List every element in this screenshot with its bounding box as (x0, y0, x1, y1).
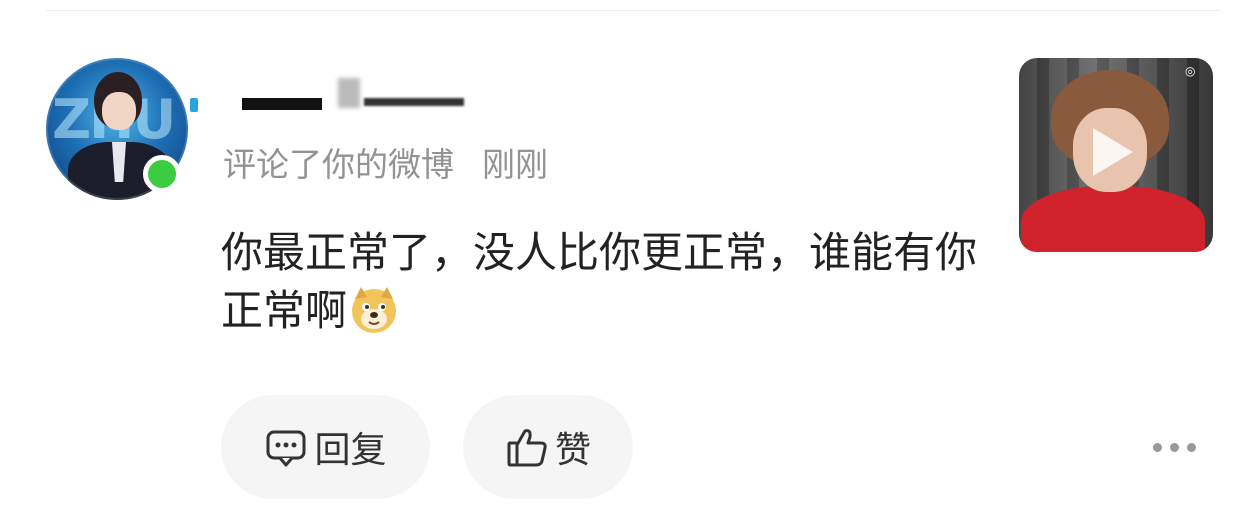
more-dot (1170, 442, 1179, 452)
action-text: 评论了你的微博 (223, 145, 454, 184)
redaction-block (364, 98, 464, 106)
play-icon (1093, 128, 1133, 176)
like-label: 赞 (554, 430, 591, 471)
post-thumbnail[interactable]: ◎ (1019, 58, 1213, 252)
top-divider (46, 10, 1221, 11)
comment-text[interactable]: 你最正常了，没人比你更正常，谁能有你正常啊 (221, 224, 981, 340)
timestamp: 刚刚 (482, 145, 548, 184)
username-redacted[interactable] (238, 74, 478, 112)
verified-edge-mark (190, 98, 198, 112)
doge-emoji-icon (352, 287, 397, 333)
comment-body: 你最正常了，没人比你更正常，谁能有你正常啊 (221, 228, 978, 335)
reply-button[interactable]: 回复 (221, 395, 430, 499)
reply-label: 回复 (314, 430, 387, 471)
thumb-shirt (1021, 186, 1205, 252)
like-button[interactable]: 赞 (463, 395, 633, 499)
online-status-badge (143, 155, 181, 193)
thumbs-up-icon (507, 429, 547, 467)
watermark-icon: ◎ (1185, 64, 1196, 78)
comment-meta: 评论了你的微博 刚刚 (223, 138, 548, 186)
comment-bubble-icon (266, 430, 306, 467)
redaction-block (242, 98, 322, 110)
more-dot (1153, 442, 1162, 452)
redaction-block (338, 78, 360, 108)
more-horizontal-icon[interactable] (1153, 437, 1199, 457)
more-dot (1187, 442, 1196, 452)
